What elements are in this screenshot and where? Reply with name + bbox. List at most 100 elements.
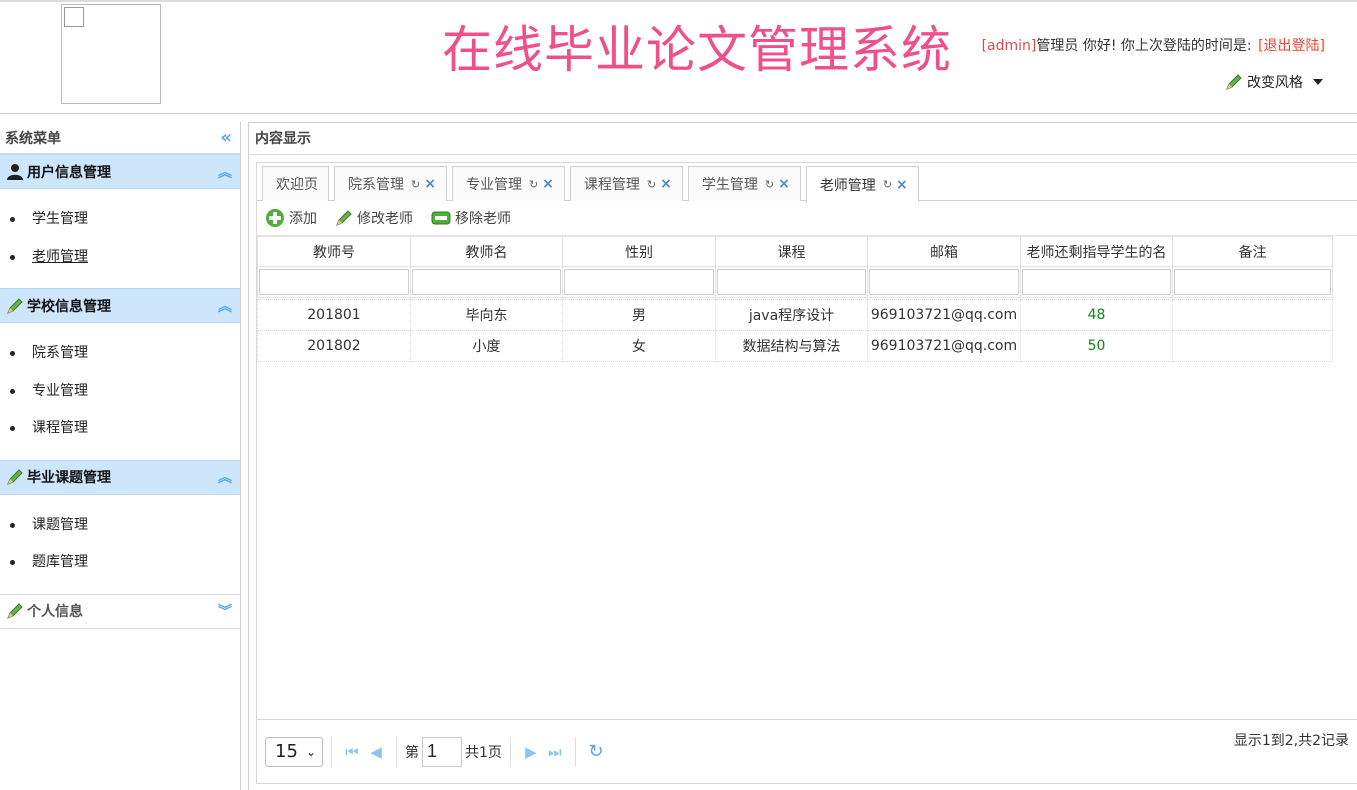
pencil-icon [7,297,23,314]
cell-teacher-id: 201801 [257,299,411,331]
sidebar-item-departments[interactable]: 院系管理 [10,335,240,373]
last-page-icon[interactable]: ⏭ [543,743,567,761]
add-button[interactable]: 添加 [265,208,317,228]
column-header[interactable]: 性别 [562,236,716,267]
system-title: 在线毕业论文管理系统 [442,21,952,79]
pencil-icon [1226,74,1242,90]
cell-teacher-name: 毕向东 [410,299,563,331]
menu-group-body: 课题管理 题库管理 [0,495,240,594]
teacher-grid: 教师号 教师名 性别 课程 邮箱 老师还剩指导学生的名 备注 201801 毕向… [257,236,1333,362]
caret-down-icon [1313,79,1323,85]
change-style-label: 改变风格 [1247,75,1303,91]
cell-email: 969103721@qq.com [867,330,1021,362]
content-title: 内容显示 [249,123,1357,155]
cell-remaining-count: 48 [1020,299,1173,331]
remove-teacher-button[interactable]: 移除老师 [431,208,511,228]
sidebar-header: 系统菜单 « [0,122,240,154]
tab-departments[interactable]: 院系管理 ↻ × [334,166,447,201]
tab-students[interactable]: 学生管理 ↻ × [687,166,801,201]
cell-remark [1172,299,1333,331]
collapse-sidebar-icon[interactable]: « [220,127,232,148]
page-number-input[interactable] [422,736,462,767]
filter-input[interactable] [412,269,561,295]
cell-gender: 男 [562,299,716,331]
cell-teacher-id: 201802 [257,330,411,362]
add-icon [266,209,284,227]
column-header[interactable]: 老师还剩指导学生的名 [1020,236,1173,267]
close-icon[interactable]: × [896,177,908,193]
sidebar-item-topics[interactable]: 课题管理 [10,507,240,545]
page-prefix-label: 第 [405,744,419,761]
broken-image-icon [64,7,84,27]
refresh-icon[interactable]: ↻ [529,178,538,191]
filter-input[interactable] [1174,269,1331,295]
user-info: [admin]管理员 你好! 你上次登陆的时间是: [退出登陆] [982,35,1327,55]
pencil-icon [336,210,352,226]
refresh-icon[interactable]: ↻ [647,178,656,191]
tab-welcome[interactable]: 欢迎页 [262,166,329,201]
cell-remark [1172,330,1333,362]
filter-row [257,266,1333,298]
page-total-label: 共1页 [465,744,502,761]
remove-icon [431,211,451,225]
table-row[interactable]: 201802 小度 女 数据结构与算法 969103721@qq.com 50 [257,330,1333,362]
column-header[interactable]: 备注 [1172,236,1333,267]
cell-teacher-name: 小度 [410,330,563,362]
page-size-select[interactable]: 15 ⌄ [265,736,323,767]
column-header[interactable]: 邮箱 [867,236,1021,267]
cell-gender: 女 [562,330,716,362]
sidebar-title: 系统菜单 [5,130,61,147]
pagination-summary: 显示1到2,共2记录 [1233,733,1349,749]
user-icon [7,163,23,180]
sidebar-item-students[interactable]: 学生管理 [10,201,240,239]
prev-page-icon[interactable]: ◀ [364,743,388,761]
logo-image [61,4,161,104]
close-icon[interactable]: × [778,176,790,192]
refresh-icon[interactable]: ↻ [765,178,774,191]
sidebar-item-majors[interactable]: 专业管理 [10,373,240,411]
content-area: 内容显示 欢迎页 院系管理 ↻ × 专业管理 ↻ × 课程管理 ↻ × 学生管理 [248,122,1357,790]
sidebar: 系统菜单 « 用户信息管理 ︽ 学生管理 老师管理 学校信息管理 ︽ 院系管理 … [0,122,241,790]
grid-header-row: 教师号 教师名 性别 课程 邮箱 老师还剩指导学生的名 备注 [257,236,1333,267]
close-icon[interactable]: × [424,176,436,192]
refresh-icon[interactable]: ↻ [411,178,420,191]
filter-input[interactable] [564,269,714,295]
menu-group-user-info[interactable]: 用户信息管理 ︽ [0,154,240,189]
column-header[interactable]: 教师名 [410,236,563,267]
menu-group-personal-info[interactable]: 个人信息 ︾ [0,593,240,629]
next-page-icon[interactable]: ▶ [519,743,543,761]
column-header[interactable]: 课程 [715,236,868,267]
chevron-up-icon: ︽ [218,298,232,315]
refresh-icon[interactable]: ↻ [584,741,608,762]
close-icon[interactable]: × [660,176,672,192]
pagination-bar: 15 ⌄ ⏮ ◀ 第 共1页 ▶ ⏭ ↻ 显示1到2,共2记录 [257,719,1357,783]
change-style-button[interactable]: 改变风格 [1225,72,1323,92]
tab-majors[interactable]: 专业管理 ↻ × [451,166,565,201]
column-header[interactable]: 教师号 [257,236,411,267]
filter-input[interactable] [869,269,1019,295]
tab-bar: 欢迎页 院系管理 ↻ × 专业管理 ↻ × 课程管理 ↻ × 学生管理 ↻ × [257,163,1357,202]
sidebar-item-courses[interactable]: 课程管理 [10,410,240,448]
refresh-icon[interactable]: ↻ [883,178,892,191]
menu-group-body: 学生管理 老师管理 [0,189,240,288]
menu-group-school-info[interactable]: 学校信息管理 ︽ [0,288,240,323]
logout-link[interactable]: [退出登陆] [1256,38,1327,54]
menu-group-title: 个人信息 [27,604,83,620]
sidebar-item-question-bank[interactable]: 题库管理 [10,544,240,582]
menu-group-graduation-topics[interactable]: 毕业课题管理 ︽ [0,459,240,495]
filter-input[interactable] [1022,269,1171,295]
tab-courses[interactable]: 课程管理 ↻ × [569,166,683,201]
filter-input[interactable] [259,269,409,295]
cell-course: java程序设计 [715,299,868,331]
table-row[interactable]: 201801 毕向东 男 java程序设计 969103721@qq.com 4… [257,299,1333,331]
first-page-icon[interactable]: ⏮ [340,743,364,761]
close-icon[interactable]: × [542,176,554,192]
edit-teacher-button[interactable]: 修改老师 [335,208,413,228]
tab-teachers[interactable]: 老师管理 ↻ × [805,166,919,202]
chevron-down-icon: ︾ [218,604,232,620]
menu-group-title: 用户信息管理 [27,164,111,181]
pencil-icon [7,469,23,485]
sidebar-item-teachers[interactable]: 老师管理 [10,239,240,277]
cell-course: 数据结构与算法 [715,330,868,362]
filter-input[interactable] [717,269,866,295]
